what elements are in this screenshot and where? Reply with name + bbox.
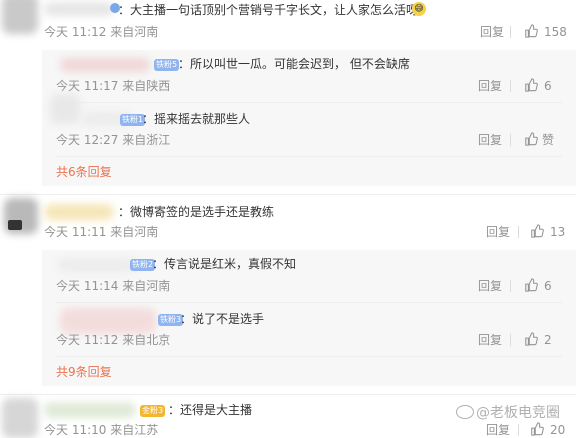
separator — [56, 356, 562, 357]
reply-thread: 铁粉5 ：所以叫世一瓜。可能会迟到， 但不会缺席 今天 11:17 来自陕西 回… — [42, 50, 576, 186]
divider — [510, 334, 511, 346]
comment-meta: 今天 11:11 来自河南 — [44, 225, 159, 239]
divider — [518, 424, 519, 436]
comment-meta: 今天 11:12 来自河南 — [44, 25, 159, 39]
reply-username[interactable] — [58, 258, 138, 272]
separator — [56, 102, 562, 103]
reply-button[interactable]: 回复 — [478, 332, 502, 348]
reply-username[interactable] — [60, 308, 156, 334]
comment-meta: 今天 11:10 来自江苏 — [44, 423, 159, 437]
reply-button[interactable]: 回复 — [478, 78, 502, 94]
separator — [56, 156, 562, 157]
emoji-icon: 😅 — [412, 2, 426, 16]
reply-meta: 今天 12:27 来自浙江 — [56, 133, 171, 147]
username[interactable] — [44, 204, 114, 220]
like-icon[interactable] — [530, 224, 544, 238]
avatar[interactable] — [2, 398, 38, 438]
reply-text: ：传言说是红米，真假不知 — [152, 257, 297, 271]
divider — [518, 226, 519, 238]
comment-text: ：微博寄签的是选手还是教练 — [118, 205, 275, 219]
more-replies-link[interactable]: 共9条回复 — [56, 364, 112, 380]
divider — [510, 26, 511, 38]
like-icon[interactable] — [524, 78, 538, 92]
more-replies-link[interactable]: 共6条回复 — [56, 164, 112, 180]
like-count: 赞 — [542, 133, 555, 147]
divider — [510, 80, 511, 92]
separator — [56, 302, 562, 303]
like-count: 20 — [550, 423, 566, 437]
avatar[interactable] — [2, 0, 38, 34]
like-icon[interactable] — [530, 422, 544, 436]
comment-separator — [0, 194, 576, 195]
like-count: 6 — [544, 279, 552, 293]
reply-button[interactable]: 回复 — [486, 224, 510, 240]
watermark-text: @老板电竞圈 — [476, 405, 560, 421]
comment-text: ：大主播一句话顶别个营销号千字长文，让人家怎么活呀 — [118, 3, 419, 17]
reply-meta: 今天 11:14 来自河南 — [56, 279, 171, 293]
like-count: 13 — [550, 225, 566, 239]
fan-badge: 铁粉5 — [154, 59, 180, 71]
reply-meta: 今天 11:12 来自北京 — [56, 333, 171, 347]
like-icon[interactable] — [524, 278, 538, 292]
username[interactable] — [44, 2, 114, 16]
reply-button[interactable]: 回复 — [486, 422, 510, 438]
like-icon[interactable] — [524, 132, 538, 146]
reply-meta: 今天 11:17 来自陕西 — [56, 79, 171, 93]
like-icon[interactable] — [524, 332, 538, 346]
reply-thread: 铁粉2 ：传言说是红米，真假不知 今天 11:14 来自河南 回复 6 铁粉3 … — [42, 250, 576, 386]
watermark: @老板电竞圈 — [456, 404, 560, 422]
reply-username[interactable] — [60, 58, 150, 72]
reply-button[interactable]: 回复 — [480, 24, 504, 40]
like-count: 158 — [544, 25, 567, 39]
comment-separator — [0, 394, 576, 395]
reply-text: ：说了不是选手 — [180, 312, 265, 326]
reply-button[interactable]: 回复 — [478, 278, 502, 294]
reply-text: ：所以叫世一瓜。可能会迟到， 但不会缺席 — [178, 57, 410, 71]
reply-text: ：摇来摇去就那些人 — [142, 112, 251, 126]
like-count: 6 — [544, 79, 552, 93]
reply-avatar[interactable] — [50, 94, 80, 124]
divider — [510, 134, 511, 146]
divider — [510, 280, 511, 292]
username[interactable] — [44, 402, 136, 418]
like-count: 2 — [544, 333, 552, 347]
reply-button[interactable]: 回复 — [478, 132, 502, 148]
avatar-image — [8, 220, 22, 230]
like-icon[interactable] — [524, 24, 538, 38]
weibo-logo-icon — [456, 405, 474, 419]
fan-badge: 金粉3 — [140, 405, 166, 417]
comment-text: ：还得是大主播 — [168, 403, 253, 417]
